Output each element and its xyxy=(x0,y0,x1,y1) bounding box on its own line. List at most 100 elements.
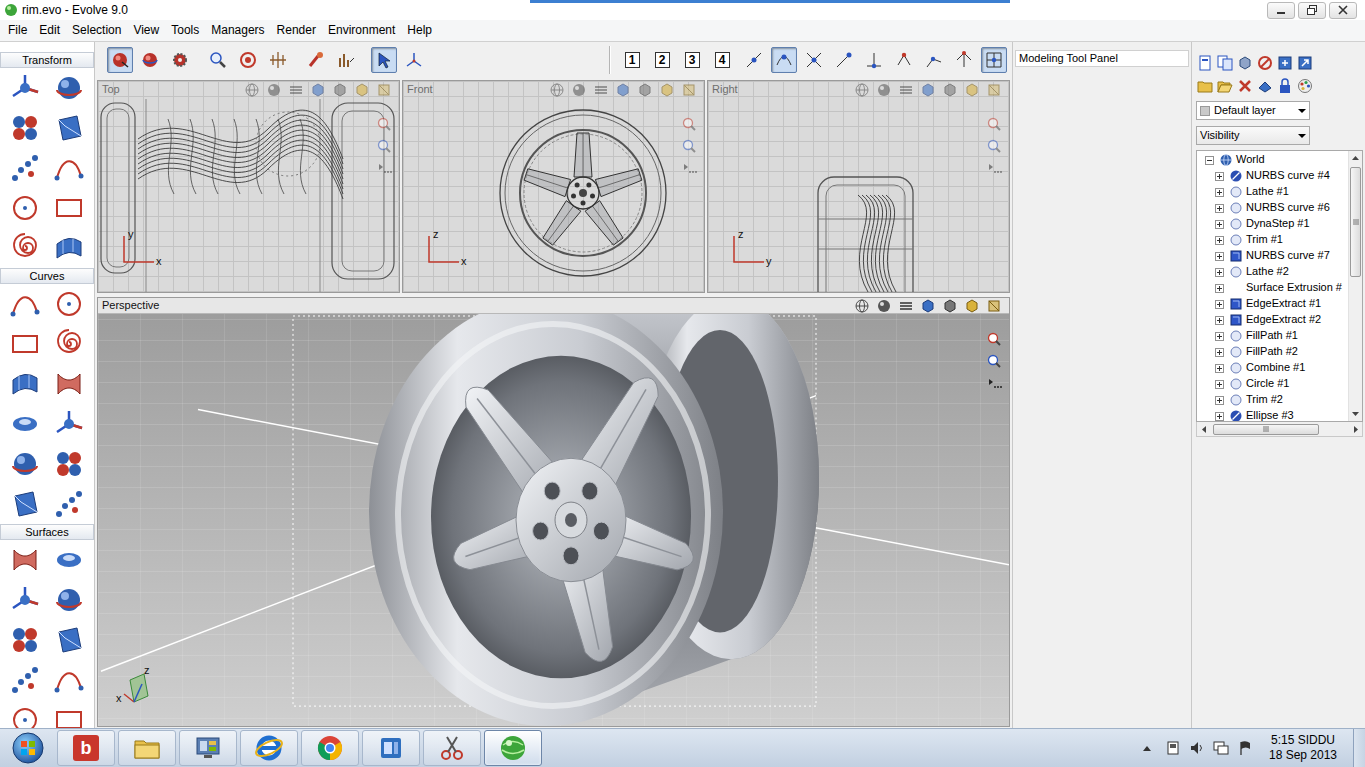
scroll-left-button[interactable] xyxy=(1197,422,1210,436)
menu-item[interactable]: Tools xyxy=(165,21,205,39)
tree-item[interactable]: Lathe #2 xyxy=(1197,264,1348,280)
taskbar-app[interactable] xyxy=(240,730,298,766)
taskbar-app[interactable] xyxy=(484,730,542,766)
view-zoom-button[interactable] xyxy=(987,139,1003,153)
taskbar-app[interactable]: b xyxy=(57,730,115,766)
expand-toggle[interactable] xyxy=(1215,220,1224,229)
tray-button[interactable] xyxy=(1213,740,1229,756)
start-button[interactable] xyxy=(2,729,54,767)
viewport[interactable]: Perspectivezx xyxy=(97,297,1010,727)
show-desktop-button[interactable] xyxy=(1353,729,1365,767)
palette-tool[interactable] xyxy=(49,228,89,268)
snap-button[interactable] xyxy=(801,47,827,73)
expand-toggle[interactable] xyxy=(1205,156,1214,165)
palette-tool[interactable] xyxy=(49,364,89,404)
display-mode-button[interactable] xyxy=(855,83,869,97)
expand-toggle[interactable] xyxy=(1215,396,1224,405)
menu-item[interactable]: Help xyxy=(401,21,438,39)
tool-button[interactable] xyxy=(401,47,427,73)
display-mode-button[interactable] xyxy=(355,83,369,97)
palette-tool[interactable] xyxy=(5,364,45,404)
close-button[interactable] xyxy=(1329,2,1357,19)
layout-button[interactable]: 3 xyxy=(679,47,705,73)
object-tool-button[interactable] xyxy=(1257,55,1273,71)
palette-tool[interactable] xyxy=(5,148,45,188)
palette-tool[interactable] xyxy=(5,68,45,108)
display-mode-button[interactable] xyxy=(943,299,957,313)
display-mode-button[interactable] xyxy=(987,299,1001,313)
view-zoom-button[interactable] xyxy=(987,161,1003,175)
menu-item[interactable]: Managers xyxy=(205,21,270,39)
tool-button[interactable] xyxy=(371,47,397,73)
expand-toggle[interactable] xyxy=(1215,348,1224,357)
palette-tool[interactable] xyxy=(5,444,45,484)
display-mode-button[interactable] xyxy=(855,299,869,313)
view-zoom-button[interactable] xyxy=(682,161,698,175)
palette-tool[interactable] xyxy=(49,700,89,728)
tool-button[interactable] xyxy=(107,47,133,73)
tool-button[interactable] xyxy=(235,47,261,73)
expand-toggle[interactable] xyxy=(1215,364,1224,373)
display-mode-button[interactable] xyxy=(572,83,586,97)
display-mode-button[interactable] xyxy=(289,83,303,97)
object-tool-button[interactable] xyxy=(1237,78,1253,94)
snap-button[interactable] xyxy=(891,47,917,73)
palette-tool[interactable] xyxy=(49,324,89,364)
palette-tool[interactable] xyxy=(49,188,89,228)
palette-tool[interactable] xyxy=(49,404,89,444)
tree-item[interactable]: Surface Extrusion # xyxy=(1197,280,1348,296)
tree-item[interactable]: NURBS curve #7 xyxy=(1197,248,1348,264)
viewport[interactable]: Frontzx xyxy=(402,80,705,293)
palette-tool[interactable] xyxy=(5,660,45,700)
display-mode-button[interactable] xyxy=(616,83,630,97)
display-mode-button[interactable] xyxy=(899,83,913,97)
expand-toggle[interactable] xyxy=(1215,300,1224,309)
palette-tool[interactable] xyxy=(49,484,89,524)
horizontal-scrollbar[interactable] xyxy=(1196,422,1363,437)
palette-tool[interactable] xyxy=(49,620,89,660)
tool-button[interactable] xyxy=(137,47,163,73)
layer-dropdown[interactable]: Default layer xyxy=(1196,101,1310,120)
viewport-canvas[interactable]: yx xyxy=(98,99,399,292)
minimize-button[interactable] xyxy=(1267,2,1295,19)
scroll-right-button[interactable] xyxy=(1349,422,1362,436)
tree-item[interactable]: NURBS curve #4 xyxy=(1197,168,1348,184)
menu-item[interactable]: File xyxy=(2,21,33,39)
expand-toggle[interactable] xyxy=(1215,380,1224,389)
scroll-thumb[interactable] xyxy=(1213,424,1319,435)
expand-toggle[interactable] xyxy=(1215,268,1224,277)
expand-toggle[interactable] xyxy=(1215,188,1224,197)
palette-tool[interactable] xyxy=(5,404,45,444)
display-mode-button[interactable] xyxy=(311,83,325,97)
object-tool-button[interactable] xyxy=(1217,55,1233,71)
palette-tool[interactable] xyxy=(49,540,89,580)
tool-button[interactable] xyxy=(167,47,193,73)
display-mode-button[interactable] xyxy=(377,83,391,97)
tree-item[interactable]: Ellipse #3 xyxy=(1197,408,1348,421)
palette-tool[interactable] xyxy=(5,188,45,228)
palette-tool[interactable] xyxy=(5,540,45,580)
viewport[interactable]: Topyx xyxy=(97,80,400,293)
layout-button[interactable]: 2 xyxy=(649,47,675,73)
view-zoom-button[interactable] xyxy=(377,161,393,175)
object-tool-button[interactable] xyxy=(1297,78,1313,94)
palette-tool[interactable] xyxy=(49,580,89,620)
display-mode-button[interactable] xyxy=(660,83,674,97)
display-mode-button[interactable] xyxy=(267,83,281,97)
tray-button[interactable] xyxy=(1189,740,1205,756)
object-tool-button[interactable] xyxy=(1197,78,1213,94)
view-zoom-button[interactable] xyxy=(682,139,698,153)
tree-item[interactable]: DynaStep #1 xyxy=(1197,216,1348,232)
display-mode-button[interactable] xyxy=(921,83,935,97)
display-mode-button[interactable] xyxy=(987,83,1001,97)
palette-tool[interactable] xyxy=(5,580,45,620)
display-mode-button[interactable] xyxy=(899,299,913,313)
menu-item[interactable]: Edit xyxy=(33,21,66,39)
tool-button[interactable] xyxy=(205,47,231,73)
palette-tool[interactable] xyxy=(5,620,45,660)
tree-item[interactable]: FillPath #1 xyxy=(1197,328,1348,344)
tree-item[interactable]: EdgeExtract #2 xyxy=(1197,312,1348,328)
display-mode-button[interactable] xyxy=(638,83,652,97)
taskbar-app[interactable] xyxy=(423,730,481,766)
expand-toggle[interactable] xyxy=(1215,332,1224,341)
